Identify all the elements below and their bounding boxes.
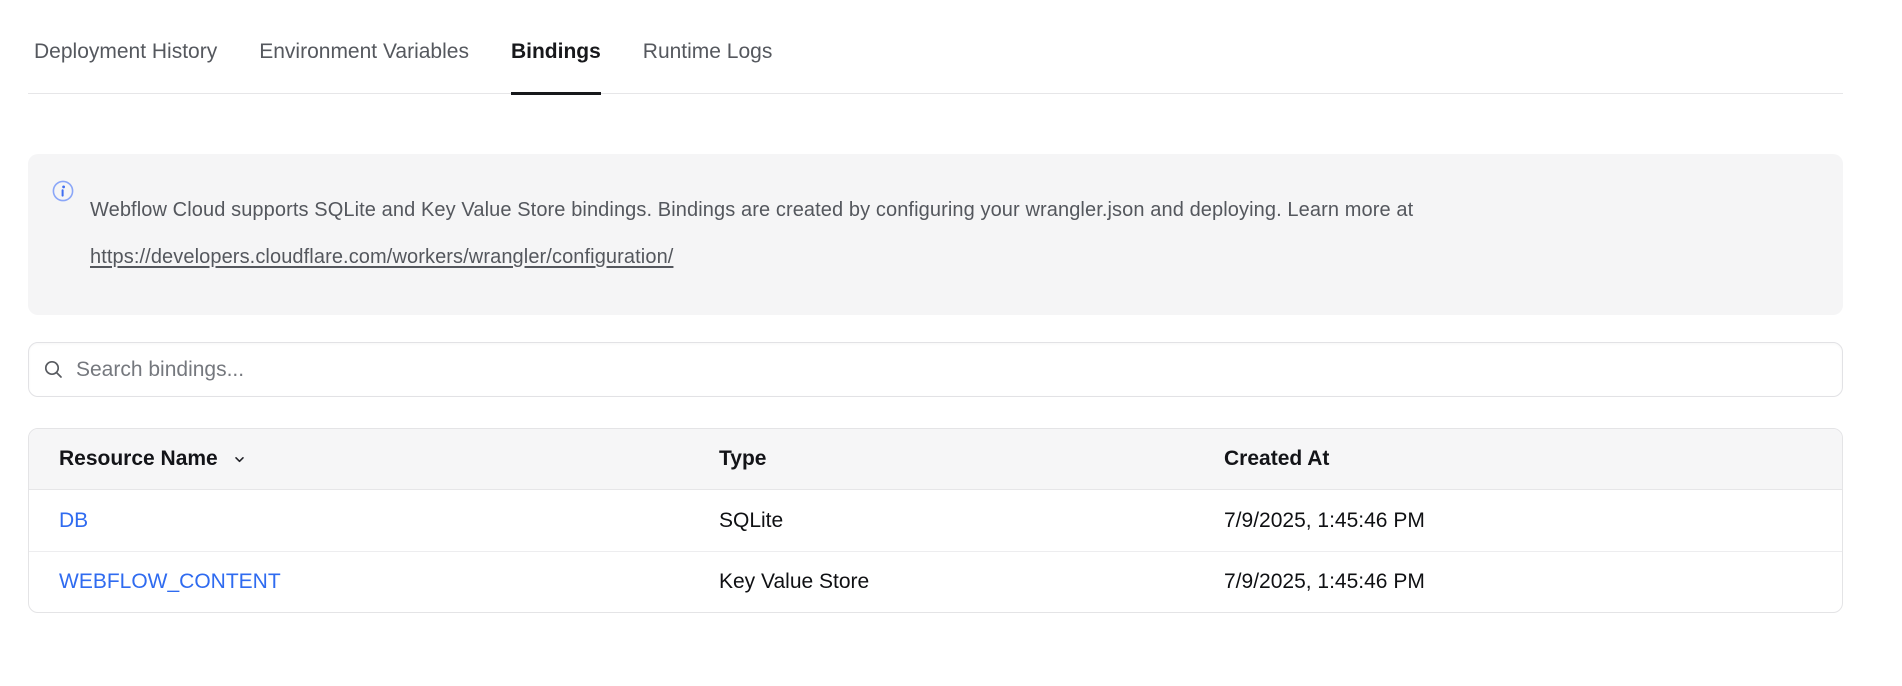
chevron-down-icon bbox=[232, 452, 247, 467]
column-header-created-at: Created At bbox=[1224, 447, 1842, 471]
resource-name-cell: WEBFLOW_CONTENT bbox=[29, 570, 719, 594]
column-header-type: Type bbox=[719, 447, 1224, 471]
resource-link-webflow-content[interactable]: WEBFLOW_CONTENT bbox=[59, 570, 281, 593]
tab-environment-variables[interactable]: Environment Variables bbox=[259, 40, 469, 95]
main-content: Deployment History Environment Variables… bbox=[28, 0, 1843, 613]
tab-bar: Deployment History Environment Variables… bbox=[28, 0, 1843, 94]
tab-runtime-logs[interactable]: Runtime Logs bbox=[643, 40, 773, 95]
info-icon bbox=[52, 180, 74, 301]
search-input[interactable] bbox=[74, 343, 1842, 396]
search-icon bbox=[44, 360, 63, 379]
search-box bbox=[28, 342, 1843, 397]
resource-link-db[interactable]: DB bbox=[59, 509, 88, 532]
created-at-cell: 7/9/2025, 1:45:46 PM bbox=[1224, 509, 1842, 533]
type-cell: Key Value Store bbox=[719, 570, 1224, 594]
column-header-resource-name[interactable]: Resource Name bbox=[29, 447, 719, 471]
tab-bindings[interactable]: Bindings bbox=[511, 40, 601, 95]
created-at-cell: 7/9/2025, 1:45:46 PM bbox=[1224, 570, 1842, 594]
info-banner-text: Webflow Cloud supports SQLite and Key Va… bbox=[90, 187, 1819, 281]
table-body: DB SQLite 7/9/2025, 1:45:46 PM WEBFLOW_C… bbox=[29, 490, 1842, 612]
resource-name-cell: DB bbox=[29, 509, 719, 533]
info-banner: Webflow Cloud supports SQLite and Key Va… bbox=[28, 154, 1843, 315]
column-header-label: Resource Name bbox=[59, 447, 218, 471]
table-row: WEBFLOW_CONTENT Key Value Store 7/9/2025… bbox=[29, 551, 1842, 612]
table-row: DB SQLite 7/9/2025, 1:45:46 PM bbox=[29, 490, 1842, 551]
table-header-row: Resource Name Type Created At bbox=[29, 429, 1842, 490]
info-banner-message: Webflow Cloud supports SQLite and Key Va… bbox=[90, 199, 1413, 221]
type-cell: SQLite bbox=[719, 509, 1224, 533]
tab-deployment-history[interactable]: Deployment History bbox=[34, 40, 217, 95]
wrangler-configuration-link[interactable]: https://developers.cloudflare.com/worker… bbox=[90, 246, 673, 268]
bindings-table: Resource Name Type Created At DB SQLite … bbox=[28, 428, 1843, 613]
